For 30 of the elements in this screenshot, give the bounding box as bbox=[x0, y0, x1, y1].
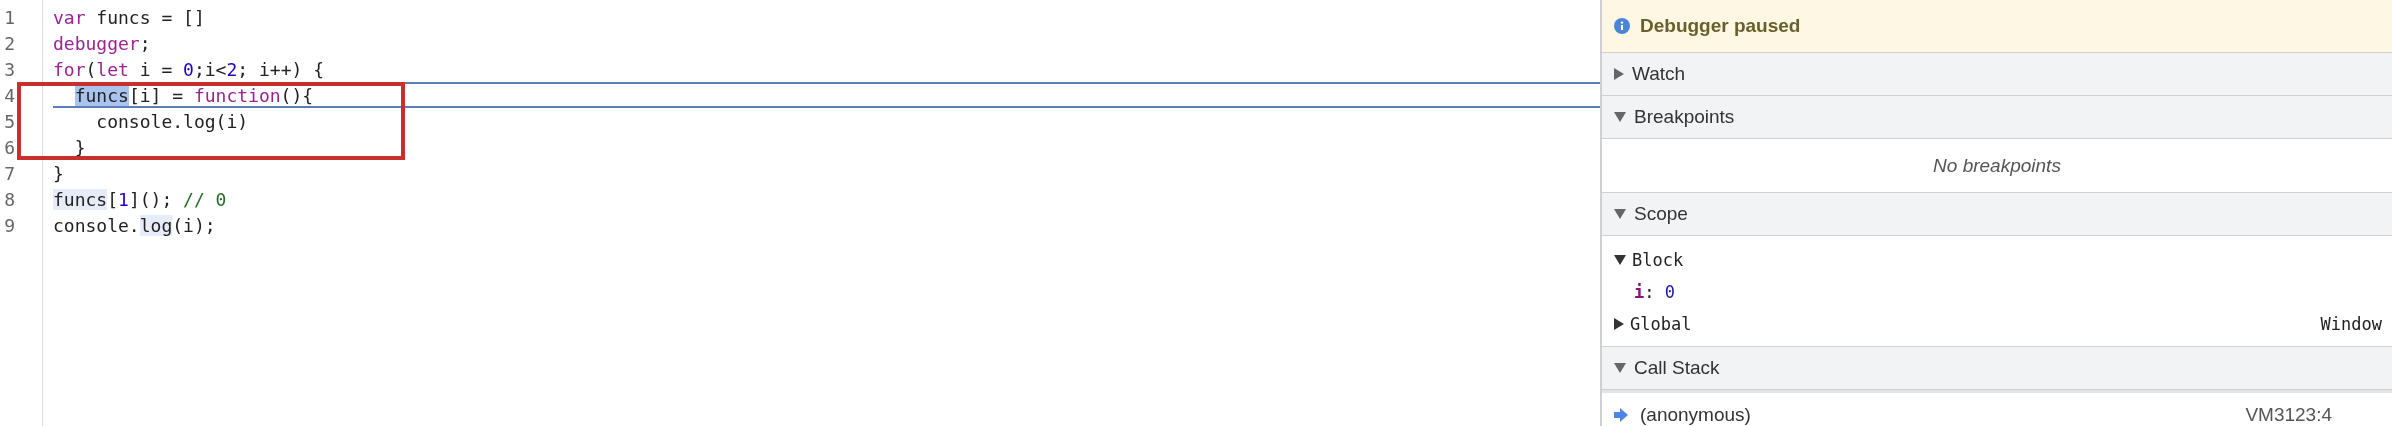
line-number: 8 bbox=[3, 187, 16, 212]
scope-name: Global bbox=[1630, 314, 1692, 334]
code-line: debugger; bbox=[53, 31, 152, 56]
line-number: 4 bbox=[3, 83, 16, 108]
code-line: } bbox=[53, 161, 65, 186]
line-number: 1 bbox=[3, 5, 16, 30]
code-line: funcs[1](); // 0 bbox=[53, 187, 228, 212]
code-line: for(let i = 0;i<2; i++) { bbox=[53, 57, 325, 82]
call-frame[interactable]: (anonymous) VM3123:4 bbox=[1602, 390, 2392, 426]
section-header[interactable]: Scope bbox=[1602, 193, 2392, 236]
code-line: } bbox=[73, 135, 87, 160]
line-number: 7 bbox=[3, 161, 16, 186]
scope-name: Block bbox=[1632, 250, 1684, 270]
section-header[interactable]: Call Stack bbox=[1602, 347, 2392, 390]
code-line: console.log(i) bbox=[95, 109, 250, 134]
line-number: 2 bbox=[3, 31, 16, 56]
scope-item[interactable]: Global Window bbox=[1602, 308, 2392, 340]
line-number: 5 bbox=[3, 109, 16, 134]
section-header[interactable]: Watch bbox=[1602, 53, 2392, 96]
banner-text: Debugger paused bbox=[1640, 15, 1801, 37]
scope-value: Window bbox=[2320, 314, 2383, 334]
section-header[interactable]: Breakpoints bbox=[1602, 96, 2392, 139]
scope-variable: i: 0 bbox=[1633, 281, 1676, 304]
code-line: console.log(i); bbox=[53, 213, 217, 238]
line-number: 3 bbox=[3, 57, 16, 82]
line-number: 9 bbox=[3, 213, 16, 238]
code-line: var funcs = [] bbox=[53, 5, 206, 30]
scope-item[interactable]: Block bbox=[1602, 244, 2392, 276]
line-number: 6 bbox=[3, 135, 16, 160]
code-line: funcs[i] = function(){ bbox=[53, 82, 1600, 108]
